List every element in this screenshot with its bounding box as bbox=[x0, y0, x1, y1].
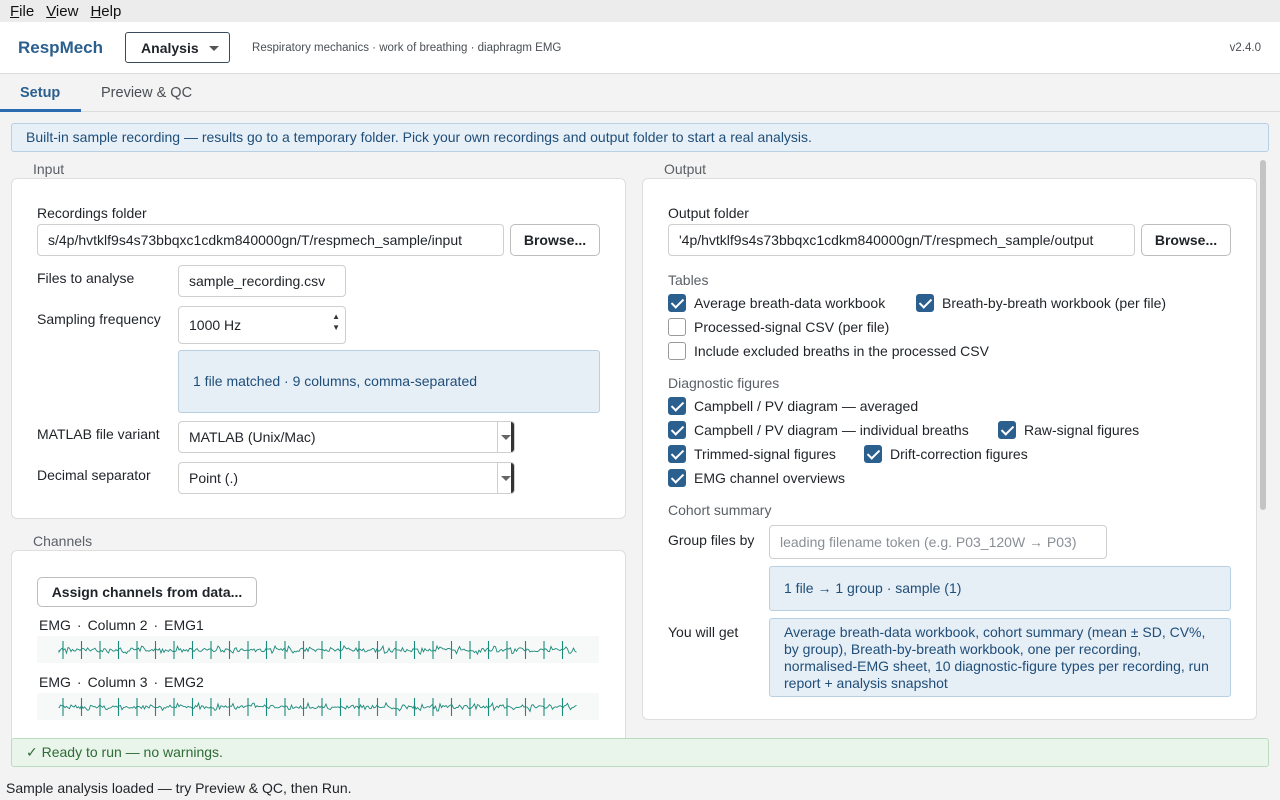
matlab-label: MATLAB file variant bbox=[37, 426, 160, 442]
checkbox-icon[interactable] bbox=[668, 421, 686, 439]
recordings-folder-input[interactable]: s/4p/hvtklf9s4s73bbqxc1cdkm840000gn/T/re… bbox=[37, 224, 504, 256]
menu-file[interactable]: File bbox=[4, 3, 40, 20]
checkbox-label: Include excluded breaths in the processe… bbox=[694, 343, 989, 359]
checkbox-campbell-individual[interactable]: Campbell / PV diagram — individual breat… bbox=[668, 421, 969, 439]
channel-name: EMG2 bbox=[164, 674, 204, 690]
channel-type: EMG bbox=[39, 674, 71, 690]
you-will-get-label: You will get bbox=[668, 624, 739, 640]
checkbox-label: Average breath-data workbook bbox=[694, 295, 886, 311]
output-folder-label: Output folder bbox=[668, 205, 749, 221]
tables-heading: Tables bbox=[668, 272, 709, 288]
checkbox-icon[interactable] bbox=[916, 294, 934, 312]
checkbox-label: Breath-by-breath workbook (per file) bbox=[942, 295, 1167, 311]
sampling-label: Sampling frequency bbox=[37, 311, 161, 327]
chevron-down-icon bbox=[209, 46, 220, 51]
checkbox-label: EMG channel overviews bbox=[694, 470, 845, 486]
channel-column: Column 3 bbox=[87, 674, 148, 690]
recordings-folder-label: Recordings folder bbox=[37, 205, 147, 221]
combo-edge bbox=[511, 463, 514, 493]
menu-bar: File View Help bbox=[0, 0, 1280, 22]
assign-channels-button[interactable]: Assign channels from data... bbox=[37, 577, 257, 607]
channel-name: EMG1 bbox=[164, 617, 204, 633]
separator: · bbox=[153, 674, 159, 690]
sampling-spinbox[interactable]: 1000 Hz ▲ ▼ bbox=[178, 306, 346, 344]
status-bar-message: Sample analysis loaded — try Preview & Q… bbox=[6, 780, 352, 796]
matlab-variant-value: MATLAB (Unix/Mac) bbox=[189, 429, 316, 445]
checkbox-raw-signal[interactable]: Raw-signal figures bbox=[998, 421, 1139, 439]
tab-setup[interactable]: Setup bbox=[20, 74, 60, 112]
emg2-waveform bbox=[37, 693, 599, 720]
tab-preview-qc[interactable]: Preview & QC bbox=[101, 74, 192, 112]
figures-heading: Diagnostic figures bbox=[668, 375, 780, 391]
decimal-separator-value: Point (.) bbox=[189, 470, 239, 486]
browse-recordings-button[interactable]: Browse... bbox=[510, 224, 600, 256]
checkbox-icon[interactable] bbox=[864, 445, 882, 463]
sampling-value: 1000 Hz bbox=[189, 317, 242, 333]
checkbox-drift-correction[interactable]: Drift-correction figures bbox=[864, 445, 1028, 463]
checkbox-label: Drift-correction figures bbox=[890, 446, 1028, 462]
menu-view[interactable]: View bbox=[40, 3, 84, 20]
channels-section-title: Channels bbox=[33, 533, 93, 549]
tab-bar: Setup Preview & QC bbox=[0, 74, 1280, 112]
browse-output-button[interactable]: Browse... bbox=[1141, 224, 1231, 256]
app-header: RespMech Analysis Respiratory mechanics … bbox=[0, 22, 1280, 74]
group-info: 1 file → 1 group · sample (1) bbox=[769, 566, 1231, 611]
separator: · bbox=[76, 674, 82, 690]
separator: · bbox=[76, 617, 82, 633]
output-scrollbar-thumb[interactable] bbox=[1260, 160, 1266, 510]
menu-help[interactable]: Help bbox=[84, 3, 127, 20]
app-subtitle: Respiratory mechanics · work of breathin… bbox=[252, 41, 562, 54]
input-section-title: Input bbox=[33, 161, 65, 177]
group-files-label: Group files by bbox=[668, 532, 755, 548]
checkbox-icon[interactable] bbox=[668, 342, 686, 360]
checkbox-label: Campbell / PV diagram — averaged bbox=[694, 398, 919, 414]
spin-arrows-icon[interactable]: ▲ ▼ bbox=[332, 311, 340, 333]
output-section-title: Output bbox=[664, 161, 707, 177]
checkbox-processed-csv[interactable]: Processed-signal CSV (per file) bbox=[668, 318, 889, 336]
checkbox-label: Raw-signal figures bbox=[1024, 422, 1140, 438]
files-label: Files to analyse bbox=[37, 270, 135, 286]
matlab-variant-select[interactable]: MATLAB (Unix/Mac) bbox=[178, 421, 515, 453]
mode-select[interactable]: Analysis bbox=[125, 32, 231, 63]
checkbox-icon[interactable] bbox=[668, 294, 686, 312]
mode-select-value: Analysis bbox=[141, 39, 199, 56]
sample-banner: Built-in sample recording — results go t… bbox=[11, 123, 1269, 152]
cohort-heading: Cohort summary bbox=[668, 502, 772, 518]
checkbox-average-workbook[interactable]: Average breath-data workbook bbox=[668, 294, 885, 312]
channel-label-emg2: EMG · Column 3 · EMG2 bbox=[39, 674, 204, 690]
files-input[interactable]: sample_recording.csv bbox=[178, 265, 346, 297]
separator: · bbox=[153, 617, 159, 633]
app-name: RespMech bbox=[18, 37, 104, 57]
active-tab-indicator bbox=[0, 109, 81, 112]
checkbox-trimmed-signal[interactable]: Trimmed-signal figures bbox=[668, 445, 836, 463]
checkbox-bbb-workbook[interactable]: Breath-by-breath workbook (per file) bbox=[916, 294, 1166, 312]
checkbox-emg-overviews[interactable]: EMG channel overviews bbox=[668, 469, 845, 487]
decimal-separator-select[interactable]: Point (.) bbox=[178, 462, 515, 494]
decimal-label: Decimal separator bbox=[37, 467, 151, 483]
checkbox-label: Trimmed-signal figures bbox=[694, 446, 836, 462]
output-folder-input[interactable]: '4p/hvtklf9s4s73bbqxc1cdkm840000gn/T/res… bbox=[668, 224, 1135, 256]
channel-label-emg1: EMG · Column 2 · EMG1 bbox=[39, 617, 204, 633]
checkbox-icon[interactable] bbox=[998, 421, 1016, 439]
input-panel: Recordings folder s/4p/hvtklf9s4s73bbqxc… bbox=[11, 178, 626, 519]
checkbox-icon[interactable] bbox=[668, 397, 686, 415]
checkbox-label: Campbell / PV diagram — individual breat… bbox=[694, 422, 969, 438]
channel-column: Column 2 bbox=[87, 617, 148, 633]
emg1-waveform bbox=[37, 636, 599, 663]
checkbox-campbell-averaged[interactable]: Campbell / PV diagram — averaged bbox=[668, 397, 918, 415]
version-label: v2.4.0 bbox=[1229, 41, 1261, 54]
channel-type: EMG bbox=[39, 617, 71, 633]
checkbox-include-excluded[interactable]: Include excluded breaths in the processe… bbox=[668, 342, 989, 360]
ready-status: ✓ Ready to run — no warnings. bbox=[11, 738, 1269, 767]
match-info: 1 file matched · 9 columns, comma-separa… bbox=[178, 350, 600, 413]
checkbox-icon[interactable] bbox=[668, 469, 686, 487]
checkbox-icon[interactable] bbox=[668, 318, 686, 336]
group-token-input[interactable]: leading filename token (e.g. P03_120W → … bbox=[769, 525, 1107, 559]
checkbox-label: Processed-signal CSV (per file) bbox=[694, 319, 890, 335]
combo-edge bbox=[511, 422, 514, 452]
you-will-get-summary: Average breath-data workbook, cohort sum… bbox=[769, 618, 1231, 697]
checkbox-icon[interactable] bbox=[668, 445, 686, 463]
output-panel: Output folder '4p/hvtklf9s4s73bbqxc1cdkm… bbox=[642, 178, 1257, 720]
